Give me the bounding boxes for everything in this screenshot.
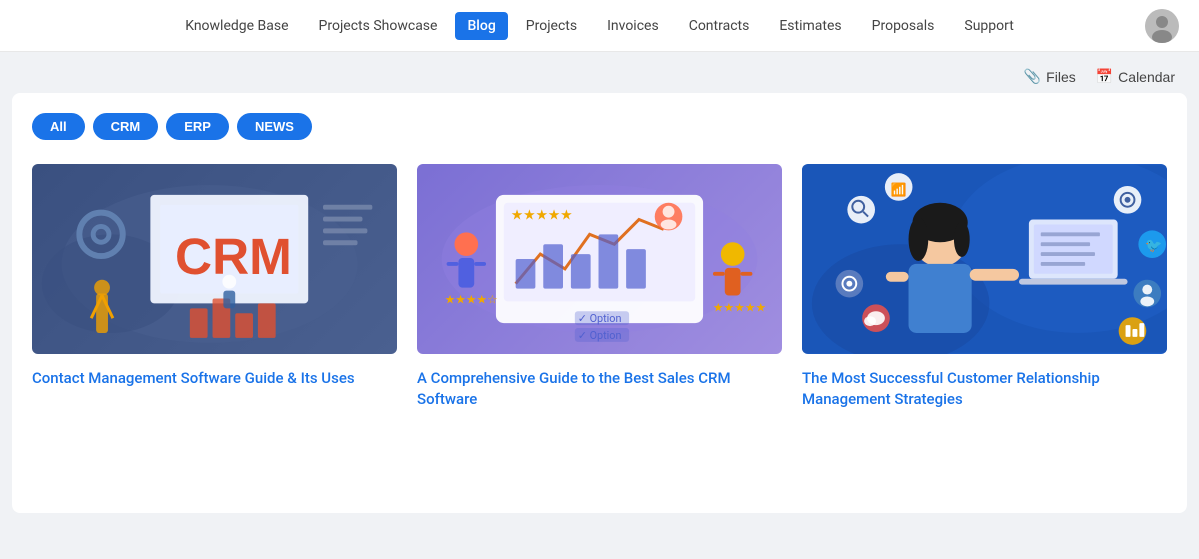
nav-link-knowledge-base[interactable]: Knowledge Base <box>173 12 300 40</box>
svg-text:📶: 📶 <box>891 182 907 198</box>
card-title-1: Contact Management Software Guide & Its … <box>32 368 397 389</box>
avatar[interactable] <box>1145 9 1179 43</box>
files-button[interactable]: 📎 Files <box>1024 68 1076 85</box>
svg-text:★★★★★: ★★★★★ <box>511 208 573 224</box>
nav-link-invoices[interactable]: Invoices <box>595 12 671 40</box>
nav-link-estimates[interactable]: Estimates <box>767 12 853 40</box>
nav-links: Knowledge Base Projects Showcase Blog Pr… <box>173 12 1026 40</box>
calendar-label: Calendar <box>1118 69 1175 85</box>
card-title-2: A Comprehensive Guide to the Best Sales … <box>417 368 782 410</box>
svg-text:★★★★☆: ★★★★☆ <box>445 292 498 306</box>
blog-card-2[interactable]: ★★★★★ ★★★★☆ <box>417 164 782 410</box>
svg-text:✓ Option: ✓ Option <box>578 329 622 342</box>
nav-link-blog[interactable]: Blog <box>455 12 507 40</box>
filter-all[interactable]: All <box>32 113 85 140</box>
blog-card-3[interactable]: 🐦 <box>802 164 1167 410</box>
files-label: Files <box>1046 69 1076 85</box>
card-image-1: CRM <box>32 164 397 354</box>
filter-news[interactable]: NEWS <box>237 113 312 140</box>
calendar-button[interactable]: 📅 Calendar <box>1096 68 1175 85</box>
navbar: Knowledge Base Projects Showcase Blog Pr… <box>0 0 1199 52</box>
main-content: All CRM ERP NEWS CRM <box>12 93 1187 513</box>
blog-card-1[interactable]: CRM <box>32 164 397 410</box>
filter-crm[interactable]: CRM <box>93 113 159 140</box>
card-image-2: ★★★★★ ★★★★☆ <box>417 164 782 354</box>
filter-tags: All CRM ERP NEWS <box>32 113 1167 140</box>
toolbar: 📎 Files 📅 Calendar <box>0 52 1199 93</box>
svg-text:✓ Option: ✓ Option <box>578 312 622 325</box>
filter-erp[interactable]: ERP <box>166 113 229 140</box>
nav-link-support[interactable]: Support <box>952 12 1025 40</box>
cards-grid: CRM <box>32 164 1167 410</box>
svg-text:★★★★★: ★★★★★ <box>713 300 766 314</box>
nav-link-projects-showcase[interactable]: Projects Showcase <box>307 12 450 40</box>
card-title-3: The Most Successful Customer Relationshi… <box>802 368 1167 410</box>
card-image-3: 🐦 <box>802 164 1167 354</box>
paperclip-icon: 📎 <box>1024 68 1041 85</box>
calendar-icon: 📅 <box>1096 68 1113 85</box>
nav-link-projects[interactable]: Projects <box>514 12 589 40</box>
nav-link-proposals[interactable]: Proposals <box>860 12 947 40</box>
svg-text:🐦: 🐦 <box>1145 238 1162 254</box>
nav-link-contracts[interactable]: Contracts <box>677 12 762 40</box>
